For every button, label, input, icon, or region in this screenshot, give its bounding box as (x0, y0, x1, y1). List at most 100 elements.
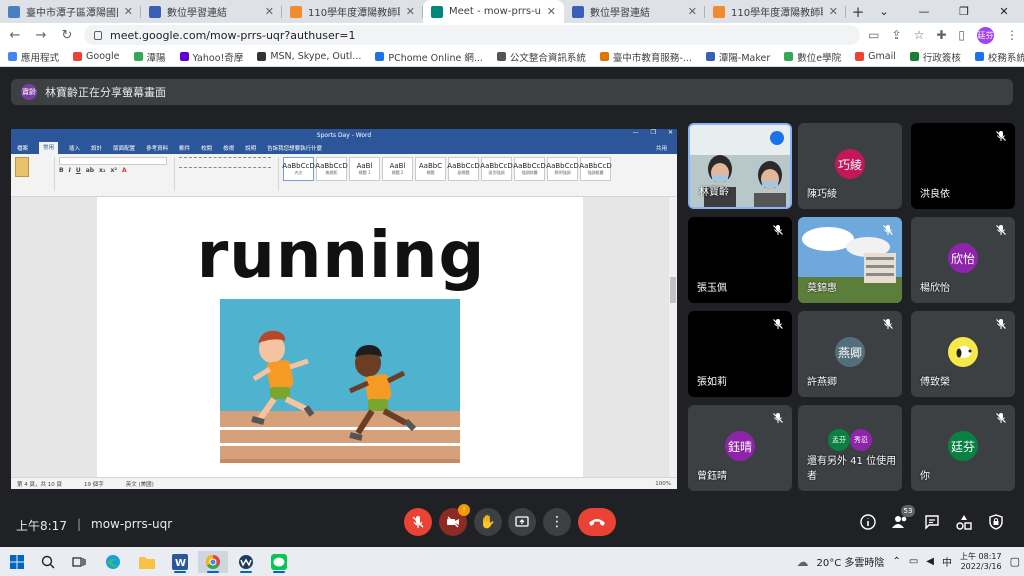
browser-tab-strip: 臺中市潭子區潭陽國民小學 ✕ 數位學習連結 ✕ 110學年度潭陽教師聯絡 ✕ M… (0, 0, 1024, 23)
file-explorer-taskbar-icon[interactable] (132, 551, 162, 573)
word-taskbar-icon[interactable]: W (165, 551, 195, 573)
raise-hand-button[interactable]: ✋ (474, 508, 502, 536)
browser-tab[interactable]: 110學年度潭陽教師聯絡 ✕ (282, 0, 423, 23)
close-tab-icon[interactable]: ✕ (124, 5, 133, 18)
network-icon[interactable]: ▭ (909, 556, 918, 567)
bookmark-item[interactable]: Yahoo!奇摩 (179, 50, 243, 64)
presenter-avatar: 寶齡 (21, 84, 37, 100)
bookmark-item[interactable]: Google (73, 51, 120, 62)
close-tab-icon[interactable]: ✕ (265, 5, 274, 18)
close-tab-icon[interactable]: ✕ (829, 5, 838, 18)
forward-button[interactable]: → (32, 28, 50, 43)
profile-avatar[interactable]: 廷芬 (977, 26, 994, 44)
bookmark-label: MSN, Skype, Outl... (270, 51, 362, 62)
svg-text:W: W (175, 558, 186, 569)
host-controls-button[interactable] (987, 513, 1005, 531)
share-icon[interactable]: ⇪ (892, 28, 902, 42)
browser-tab[interactable]: 110學年度潭陽教師聯絡 ✕ (705, 0, 846, 23)
weather-text[interactable]: 20°C 多雲時陰 (817, 554, 885, 569)
camera-toggle-button[interactable]: ! (439, 504, 470, 536)
mic-off-icon (412, 516, 424, 528)
chrome-taskbar-icon[interactable] (198, 551, 228, 573)
browser-tab[interactable]: 臺中市潭子區潭陽國民小學 ✕ (0, 0, 141, 23)
close-tab-icon[interactable]: ✕ (406, 5, 415, 18)
mic-toggle-button[interactable] (404, 508, 432, 536)
task-view-icon (72, 557, 86, 567)
participant-tile[interactable]: 張玉佩 (688, 217, 792, 303)
chat-button[interactable] (923, 513, 941, 531)
search-button[interactable] (33, 551, 63, 573)
bookmark-item[interactable]: PChome Online 網... (375, 50, 483, 64)
start-button[interactable] (2, 551, 32, 573)
leave-call-button[interactable] (578, 508, 616, 536)
people-button[interactable]: 53 (891, 505, 915, 531)
extensions-icon[interactable]: ✚ (936, 28, 946, 42)
folder-icon (139, 557, 155, 569)
line-taskbar-icon[interactable] (264, 551, 294, 573)
bookmark-item[interactable]: 臺中市教育服務-... (599, 50, 692, 64)
ime-indicator[interactable]: 中 (942, 554, 952, 569)
bookmark-item[interactable]: Gmail (855, 51, 896, 62)
participant-tile[interactable]: 傅致榮 (911, 311, 1015, 397)
bookmark-item[interactable]: 潭陽 (133, 50, 166, 64)
status-zoom: 100% (655, 480, 671, 487)
tray-expand-icon[interactable]: ⌃ (892, 556, 900, 567)
favicon-icon (149, 5, 161, 18)
style-sample: AaBbC (418, 162, 443, 170)
bookmark-item[interactable]: 校務系統 (974, 50, 1024, 64)
close-window-button[interactable]: ✕ (984, 0, 1024, 23)
bookmark-item[interactable]: 潭陽-Maker (705, 50, 770, 64)
side-panel-icon[interactable]: ▯ (958, 28, 965, 42)
volume-icon[interactable]: ◀ (926, 556, 934, 567)
close-tab-icon[interactable]: ✕ (688, 5, 697, 18)
back-button[interactable]: ← (6, 28, 24, 43)
meeting-details-button[interactable] (859, 513, 877, 531)
maximize-button[interactable]: ❐ (944, 0, 984, 23)
minimize-button[interactable]: — (904, 0, 944, 23)
style-name: 無間距 (325, 170, 338, 175)
word-ribbon-tab: 設計 (91, 146, 103, 152)
participant-tile[interactable]: 洪良依 (911, 123, 1015, 209)
running-race-illustration (220, 299, 460, 463)
participant-tile[interactable]: 燕卿 許燕卿 (798, 311, 902, 397)
more-options-button[interactable]: ⋮ (543, 508, 571, 536)
browser-tab[interactable]: 數位學習連結 ✕ (564, 0, 705, 23)
close-tab-icon[interactable]: ✕ (547, 5, 556, 18)
participant-tile[interactable]: 鈺晴 曾鈺晴 (688, 405, 792, 491)
present-screen-button[interactable] (508, 508, 536, 536)
participant-tile[interactable]: 巧綾 陳巧綾 (798, 123, 902, 209)
participant-tile[interactable]: 張如莉 (688, 311, 792, 397)
star-icon[interactable]: ☆ (914, 28, 925, 42)
edge-taskbar-icon[interactable] (98, 551, 128, 573)
bookmark-item[interactable]: 數位e學院 (784, 50, 841, 64)
windows-taskbar: W ☁ 20°C 多雲時陰 ⌃ ▭ ◀ 中 上午 08:17 2022/3/16… (0, 547, 1024, 576)
participant-name: 楊欣怡 (920, 283, 950, 294)
bookmark-item[interactable]: MSN, Skype, Outl... (257, 51, 361, 62)
bookmark-item[interactable]: 公文整合資訊系統 (496, 50, 586, 64)
word-ribbon-tab: 校閱 (201, 146, 213, 152)
participant-tile[interactable]: 孟芬 秀忍 還有另外 41 位使用者 (798, 405, 902, 491)
browser-tab[interactable]: 數位學習連結 ✕ (141, 0, 282, 23)
participant-tile[interactable]: 林寶齡 (688, 123, 792, 209)
word-ribbon: B I Uab x₂ x² A AaBbCcD 內文 AaBbCcD 無間距 AaBl 標題 1 Aa… (11, 154, 677, 197)
activities-button[interactable] (955, 513, 973, 531)
favicon-icon (572, 5, 584, 18)
notification-icon[interactable]: ▢ (1010, 555, 1020, 568)
camera-icon[interactable]: ▭ (868, 28, 879, 42)
taskbar-clock[interactable]: 上午 08:17 2022/3/16 (960, 552, 1002, 572)
bookmark-label: 校務系統 (987, 52, 1024, 64)
address-bar[interactable]: meet.google.com/mow-prrs-uqr?authuser=1 (84, 25, 861, 45)
browser-tab[interactable]: Meet - mow-prrs-uqr ✕ (423, 0, 564, 23)
reload-button[interactable]: ↻ (58, 28, 76, 43)
tab-title: Meet - mow-prrs-uqr (449, 6, 541, 17)
word-ribbon-tab: 告訴我您想要執行什麼 (267, 146, 323, 152)
participant-tile[interactable]: 廷芬你 (911, 405, 1015, 491)
bookmark-item[interactable]: 行政簽核 (909, 50, 961, 64)
chevron-down-icon[interactable]: ⌄ (864, 0, 904, 23)
participant-tile[interactable]: 莫錦惠 (798, 217, 902, 303)
task-view-button[interactable] (64, 551, 94, 573)
menu-icon[interactable]: ⋮ (1006, 28, 1018, 42)
participant-tile[interactable]: 欣怡 楊欣怡 (911, 217, 1015, 303)
webex-taskbar-icon[interactable] (231, 551, 261, 573)
bookmark-item[interactable]: 應用程式 (8, 50, 59, 64)
